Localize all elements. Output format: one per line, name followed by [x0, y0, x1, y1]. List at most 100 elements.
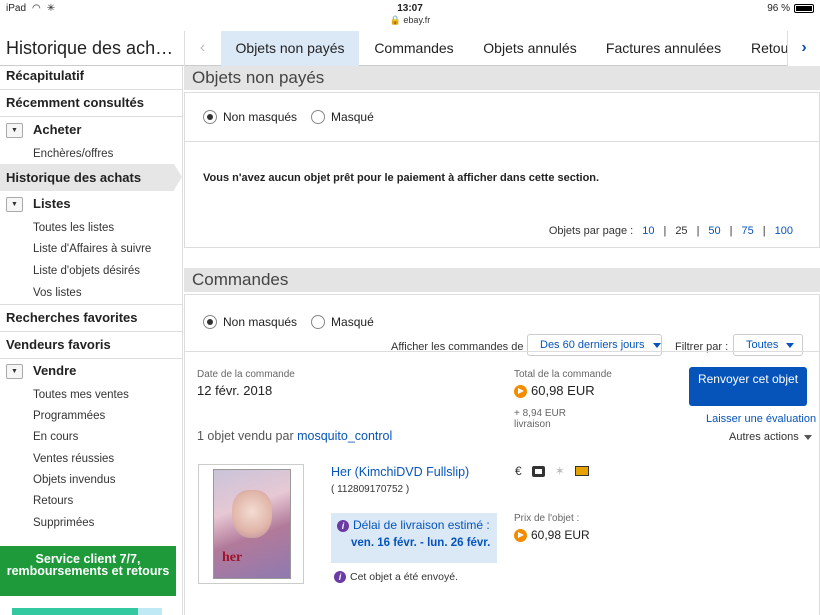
sidebar-divider	[0, 331, 182, 332]
dvd-cover-image: her	[213, 469, 291, 579]
sidebar-item-wish-list[interactable]: Liste d'objets désirés	[0, 265, 182, 277]
sidebar-item-lists[interactable]: ▼ Listes	[0, 196, 182, 213]
order-total-label: Total de la commande	[514, 369, 612, 380]
radio-visible-label[interactable]: Non masqués	[223, 110, 297, 124]
sidebar-item-recap[interactable]: Récapitulatif	[0, 68, 182, 83]
radio-visible-label[interactable]: Non masqués	[223, 315, 297, 329]
status-center: 13:07 🔒 ebay.fr	[0, 3, 820, 26]
visibility-toggle: Non masqués Masqué	[203, 315, 382, 329]
sidebar-item-buy[interactable]: ▼ Acheter	[0, 122, 182, 139]
tab-returns[interactable]: Retou	[735, 31, 788, 66]
info-icon: i	[337, 519, 349, 532]
radio-hidden[interactable]	[311, 315, 326, 329]
cover-portrait	[232, 490, 272, 538]
sidebar-item-all-sales[interactable]: Toutes mes ventes	[0, 389, 182, 401]
sold-by: 1 objet vendu par mosquito_control	[197, 429, 392, 443]
collapse-icon[interactable]: ▼	[6, 197, 23, 213]
chevron-right-icon[interactable]: ›	[787, 31, 820, 66]
battery-percent: 96 %	[767, 3, 790, 14]
delivery-label: Délai de livraison estimé :	[353, 518, 490, 532]
sidebar-item-label: Listes	[33, 196, 71, 211]
sidebar-divider	[0, 89, 182, 90]
more-actions-menu[interactable]: Autres actions	[729, 431, 812, 443]
item-price-value: 60,98 EUR	[531, 528, 590, 542]
item-price-label: Prix de l'objet :	[514, 513, 580, 524]
per-page-option-current: 25	[675, 225, 688, 237]
info-icon: i	[334, 571, 346, 584]
filter-value: Toutes	[746, 339, 779, 351]
feedback-star-icon: ✶	[554, 464, 565, 478]
radio-visible[interactable]	[203, 315, 217, 329]
radio-visible[interactable]	[203, 110, 217, 124]
cover-title: her	[222, 550, 243, 565]
sidebar-item-all-lists[interactable]: Toutes les listes	[0, 222, 182, 234]
customer-service-banner[interactable]: Service client 7/7, remboursements et re…	[0, 546, 176, 596]
shipment-status: i Cet objet a été envoyé.	[334, 571, 458, 584]
more-actions-label: Autres actions	[729, 431, 799, 443]
panel-divider	[185, 141, 819, 142]
leave-feedback-link[interactable]: Laisser une évaluation	[706, 413, 816, 425]
radio-hidden-label[interactable]: Masqué	[331, 110, 374, 124]
period-dropdown[interactable]: Des 60 derniers jours	[527, 334, 662, 356]
chevron-left-icon[interactable]: ‹	[184, 31, 220, 66]
sidebar-item-fav-sellers[interactable]: Vendeurs favoris	[0, 337, 182, 352]
radio-hidden-label[interactable]: Masqué	[331, 315, 374, 329]
per-page-option[interactable]: 75	[742, 225, 754, 237]
per-page-option[interactable]: 10	[642, 225, 654, 237]
sidebar-item-deals-list[interactable]: Liste d'Affaires à suivre	[0, 243, 182, 255]
item-title-link[interactable]: Her (KimchiDVD Fullslip)	[331, 465, 469, 479]
section-heading-orders: Commandes	[184, 268, 820, 292]
sidebar-item-sell[interactable]: ▼ Vendre	[0, 363, 182, 380]
per-page-option[interactable]: 100	[775, 225, 793, 237]
filter-dropdown[interactable]: Toutes	[733, 334, 803, 356]
seller-link[interactable]: mosquito_control	[297, 429, 392, 443]
main-content: Objets non payés Non masqués Masqué Vous…	[184, 66, 820, 615]
shipping-label: livraison	[514, 419, 551, 430]
page-header: Historique des ach… ‹ Objets non payés C…	[0, 31, 820, 66]
pager-sep: |	[696, 225, 700, 237]
sidebar-item-deleted[interactable]: Supprimées	[0, 517, 182, 529]
collapse-icon[interactable]: ▼	[6, 364, 23, 380]
sidebar-divider	[0, 304, 182, 305]
url-label[interactable]: 🔒 ebay.fr	[0, 15, 820, 26]
message-envelope-icon[interactable]	[574, 466, 589, 476]
delivery-estimate: i Délai de livraison estimé : ven. 16 fév…	[331, 513, 497, 563]
chevron-down-icon	[786, 342, 795, 348]
chevron-down-icon	[652, 342, 661, 348]
period-value: Des 60 derniers jours	[540, 339, 645, 351]
delivery-dates: ven. 16 févr. - lun. 26 févr.	[351, 537, 491, 549]
sidebar-item-history[interactable]: Historique des achats	[0, 170, 182, 185]
unpaid-panel: Non masqués Masqué Vous n'avez aucun obj…	[184, 92, 820, 248]
sidebar-item-recent[interactable]: Récemment consultés	[0, 95, 182, 110]
sidebar-item-sold[interactable]: Ventes réussies	[0, 453, 182, 465]
tab-cancelled[interactable]: Objets annulés	[468, 31, 592, 66]
sidebar-item-unsold[interactable]: Objets invendus	[0, 474, 182, 486]
sidebar-item-returns[interactable]: Retours	[0, 495, 182, 507]
radio-hidden[interactable]	[311, 110, 326, 124]
empty-message: Vous n'avez aucun objet prêt pour le pai…	[203, 172, 600, 184]
tab-unpaid[interactable]: Objets non payés	[221, 31, 359, 66]
sidebar-item-bids[interactable]: Enchères/offres	[0, 148, 182, 160]
tab-cancelled-invoices[interactable]: Factures annulées	[592, 31, 735, 66]
sidebar-item-fav-searches[interactable]: Recherches favorites	[0, 310, 182, 325]
shipping-cost: + 8,94 EUR	[514, 408, 566, 419]
sidebar-item-scheduled[interactable]: Programmées	[0, 410, 182, 422]
page-title: Historique des ach…	[6, 38, 174, 58]
order-total-value: 60,98 EUR	[531, 383, 595, 398]
sidebar-item-label: Acheter	[33, 122, 82, 137]
sidebar-item-active[interactable]: En cours	[0, 431, 182, 443]
battery-icon	[794, 4, 814, 13]
sidebar-item-label: Vendre	[33, 363, 77, 378]
collapse-icon[interactable]: ▼	[6, 123, 23, 139]
order-date-label: Date de la commande	[197, 369, 295, 380]
item-id: ( 112809170752 )	[331, 484, 410, 495]
resend-button[interactable]: Renvoyer cet objet	[689, 367, 807, 406]
order-total: 60,98 EUR	[514, 383, 595, 399]
pager-sep: |	[762, 225, 766, 237]
sidebar-item-your-lists[interactable]: Vos listes	[0, 287, 182, 299]
per-page-option[interactable]: 50	[708, 225, 720, 237]
order-date: 12 févr. 2018	[197, 383, 273, 398]
clock: 13:07	[397, 3, 423, 14]
tab-orders[interactable]: Commandes	[360, 31, 468, 66]
item-thumbnail[interactable]: her	[198, 464, 304, 584]
